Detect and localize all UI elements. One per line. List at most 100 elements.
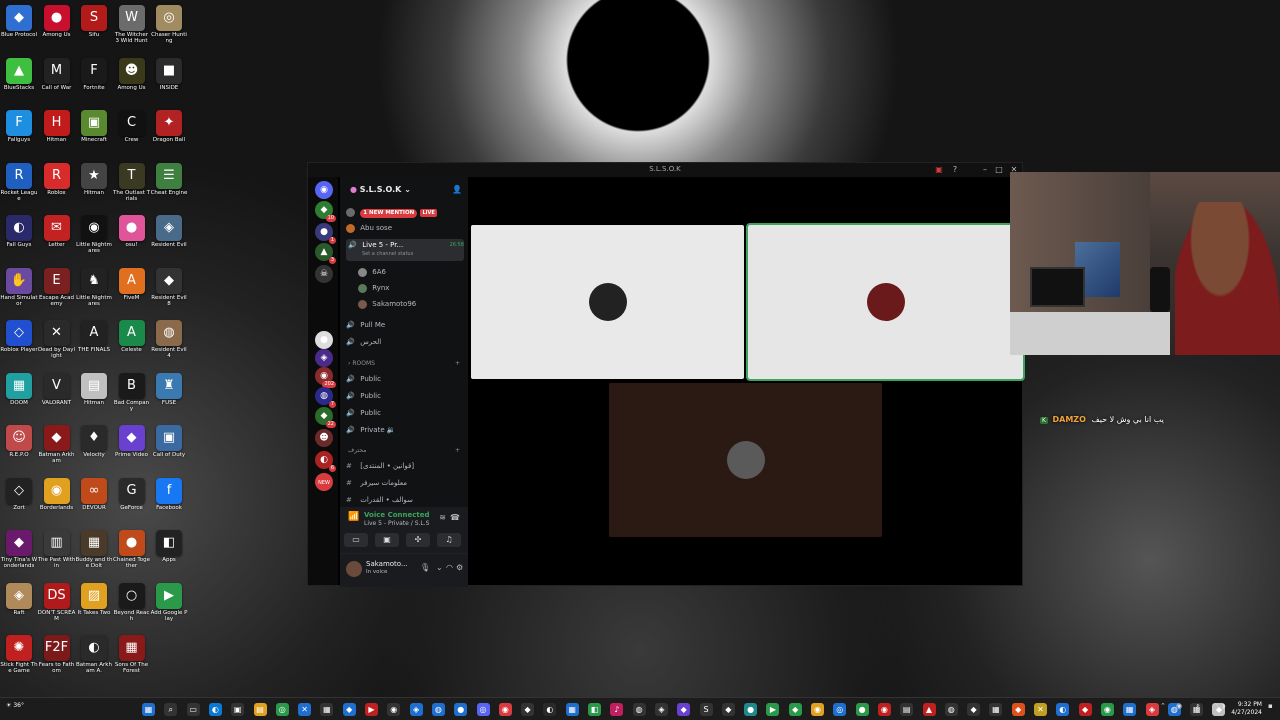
activities-button[interactable]: ✣ [406, 533, 430, 547]
desktop-shortcut[interactable]: R Roblox [38, 161, 76, 211]
desktop-shortcut[interactable]: ◧ Apps [150, 528, 188, 578]
taskbar-app-icon[interactable]: ◉ [1100, 703, 1114, 716]
noise-suppression-icon[interactable]: ≋ [439, 513, 446, 522]
taskbar-app-icon[interactable]: ● [454, 703, 468, 716]
voice-channel-private[interactable]: 🔊 Private 🔉 [346, 423, 464, 437]
notification-icon[interactable]: ▪ [1268, 702, 1273, 710]
taskbar-app-icon[interactable]: ◆ [721, 703, 735, 716]
desktop-shortcut[interactable]: ▦ Buddy and the Dolt [75, 528, 113, 578]
desktop-shortcut[interactable]: ♦ Velocity [75, 423, 113, 473]
taskbar-app-icon[interactable]: ▭ [186, 703, 200, 716]
desktop-shortcut[interactable]: ▦ Sons Of The Forest [113, 633, 151, 683]
screen-share-button[interactable]: ▣ [375, 533, 399, 547]
desktop-shortcut[interactable]: ✺ Stick Fight The Game [0, 633, 38, 683]
desktop-shortcut[interactable]: ● Among Us [38, 3, 76, 53]
taskbar-app-icon[interactable]: ● [855, 703, 869, 716]
category-text[interactable]: محترف + [348, 447, 460, 457]
minimize-button[interactable]: – [978, 164, 992, 176]
server-icon[interactable]: ◉ 202 [315, 367, 336, 388]
desktop-shortcut[interactable]: ▥ The Past Within [38, 528, 76, 578]
desktop-shortcut[interactable]: ◆ Batman Arkham [38, 423, 76, 473]
desktop-shortcut[interactable]: f Facebook [150, 476, 188, 526]
desktop-shortcut[interactable]: E Escape Academy [38, 266, 76, 316]
taskbar-app-icon[interactable]: ◐ [543, 703, 557, 716]
desktop-shortcut[interactable]: V VALORANT [38, 371, 76, 421]
desktop-shortcut[interactable]: ▶ Add Google Play [150, 581, 188, 631]
desktop-shortcut[interactable]: ∞ DEVOUR [75, 476, 113, 526]
taskbar-app-icon[interactable]: ◐ [208, 703, 222, 716]
taskbar-app-icon[interactable]: ◍ [944, 703, 958, 716]
desktop-shortcut[interactable]: A FiveM [113, 266, 151, 316]
server-icon[interactable]: ▲ 3 [315, 243, 336, 264]
taskbar-app-icon[interactable]: ◆ [1078, 703, 1092, 716]
signal-icon[interactable]: 📶 [348, 512, 359, 522]
desktop-shortcut[interactable]: ☻ Among Us [113, 56, 151, 106]
desktop-shortcut[interactable]: ▨ It Takes Two [75, 581, 113, 631]
desktop-shortcut[interactable]: DS DON'T SCREAM [38, 581, 76, 631]
server-icon[interactable]: ◍ 7 [315, 387, 336, 408]
taskbar-app-icon[interactable]: ◍ [431, 703, 445, 716]
invite-icon[interactable]: 👤 [452, 185, 462, 194]
desktop-shortcut[interactable]: R Rocket League [0, 161, 38, 211]
taskbar-app-icon[interactable]: ✕ [298, 703, 312, 716]
wifi-icon[interactable]: ◠ [1212, 702, 1218, 710]
taskbar-app-icon[interactable]: ▦ [565, 703, 579, 716]
voice-channel-public[interactable]: 🔊 Public [346, 372, 464, 386]
settings-icon[interactable]: ⚙ [456, 563, 463, 572]
headphones-icon[interactable]: ◠ [446, 563, 453, 572]
taskbar-app-icon[interactable]: ◆ [677, 703, 691, 716]
desktop-shortcut[interactable]: ✋ Hand Simulator [0, 266, 38, 316]
server-icon[interactable]: ☻ [315, 429, 333, 447]
voice-member[interactable]: Rynx [346, 281, 464, 295]
desktop-shortcut[interactable]: B Bad Company [113, 371, 151, 421]
desktop-shortcut[interactable]: ◎ Chaser Hunting [150, 3, 188, 53]
taskbar-app-icon[interactable]: ▦ [989, 703, 1003, 716]
desktop-shortcut[interactable]: ✉ Letter [38, 213, 76, 263]
camera-button[interactable]: ▭ [344, 533, 368, 547]
taskbar-app-icon[interactable]: ◧ [588, 703, 601, 716]
desktop-shortcut[interactable]: H Hitman [38, 108, 76, 158]
taskbar-app-icon[interactable]: ◈ [1145, 703, 1159, 716]
desktop-shortcut[interactable]: ☰ Cheat Engine [150, 161, 188, 211]
desktop-shortcut[interactable]: ■ INSIDE [150, 56, 188, 106]
participant-tile[interactable] [609, 383, 882, 537]
voice-channel-public[interactable]: 🔊 Public [346, 389, 464, 403]
server-icon[interactable]: ◆ 10 [315, 201, 336, 222]
desktop-shortcut[interactable]: ✕ Dead by Daylight [38, 318, 76, 368]
desktop-shortcut[interactable]: F Fortnite [75, 56, 113, 106]
taskbar-app-icon[interactable]: ◉ [387, 703, 401, 716]
help-icon[interactable]: ? [948, 164, 962, 176]
desktop-shortcut[interactable]: ◇ Roblox Player [0, 318, 38, 368]
taskbar-app-icon[interactable]: ◈ [409, 703, 423, 716]
add-channel-icon[interactable]: + [455, 360, 460, 367]
text-channel[interactable]: # [قوانين • المنتدى] [346, 459, 464, 473]
taskbar-app-icon[interactable]: ◎ [476, 703, 490, 716]
desktop-shortcut[interactable]: ▣ Minecraft [75, 108, 113, 158]
chevron-down-icon[interactable]: ⌄ [436, 563, 443, 572]
chevron-up-icon[interactable]: ⌃ [1160, 702, 1166, 710]
taskbar-app-icon[interactable]: ▣ [231, 703, 245, 716]
category-rooms[interactable]: › ROOMS + [348, 360, 460, 370]
participant-tile[interactable] [471, 225, 744, 379]
taskbar-app-icon[interactable]: ◉ [811, 703, 824, 716]
participant-tile[interactable] [746, 223, 1025, 381]
voice-member[interactable]: 6A6 [346, 265, 464, 279]
taskbar-app-icon[interactable]: ▦ [1123, 703, 1137, 716]
taskbar-app-icon[interactable]: ◎ [275, 703, 289, 716]
desktop-shortcut[interactable]: ▣ Call of Duty [150, 423, 188, 473]
desktop-shortcut[interactable]: ◆ Blue Protocol [0, 3, 38, 53]
new-mention-row[interactable]: 1 NEW MENTION LIVE [346, 205, 464, 219]
taskbar-app-icon[interactable]: ● [744, 703, 758, 716]
maximize-button[interactable]: □ [992, 164, 1006, 176]
desktop-shortcut[interactable]: F2F Fears to Fathom [38, 633, 76, 683]
desktop-shortcut[interactable]: ◐ Batman Arkham A. [75, 633, 113, 683]
network-icon[interactable]: ◉ [1176, 702, 1182, 710]
taskbar-app-icon[interactable]: ▶ [365, 703, 378, 716]
taskbar-app-icon[interactable]: ⌕ [164, 703, 178, 716]
add-channel-icon[interactable]: + [455, 447, 460, 454]
desktop-shortcut[interactable]: T The Outlast Trials [113, 161, 151, 211]
voice-channel-arabic[interactable]: 🔊 الحرس [346, 335, 464, 349]
server-icon[interactable]: ◐ 6 [315, 451, 336, 472]
desktop-shortcut[interactable]: G GeForce [113, 476, 151, 526]
server-icon[interactable]: ◉ [315, 181, 333, 199]
